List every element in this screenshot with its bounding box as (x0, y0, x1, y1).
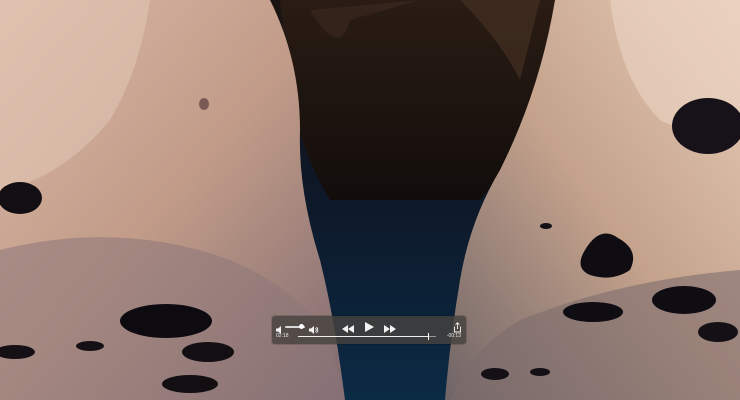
speaker-high-icon[interactable] (309, 322, 319, 334)
rewind-button[interactable] (341, 321, 355, 333)
fast-forward-icon (384, 325, 396, 333)
rewind-icon (342, 325, 354, 333)
volume-slider-knob[interactable] (299, 324, 304, 329)
speaker-low-icon[interactable] (276, 322, 284, 334)
play-button[interactable] (363, 320, 375, 332)
fast-forward-button[interactable] (383, 321, 397, 333)
elapsed-time: 02:18 (276, 333, 289, 339)
share-icon (454, 322, 461, 333)
scrubber-playhead[interactable] (428, 333, 429, 340)
share-button[interactable] (453, 320, 462, 333)
scrubber-progress (298, 336, 428, 337)
remaining-time: -00:13 (446, 333, 461, 339)
video-controls-bar: 02:18 -00:13 (272, 316, 466, 344)
play-icon (365, 322, 374, 332)
